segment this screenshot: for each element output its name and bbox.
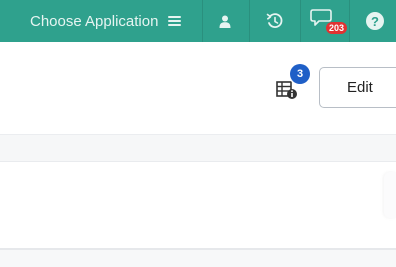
- user-button[interactable]: [204, 0, 246, 42]
- divider: [249, 0, 250, 42]
- table-header-row: [0, 135, 396, 161]
- divider: [300, 0, 301, 42]
- history-button[interactable]: [254, 0, 296, 42]
- scroll-panel-edge: [384, 172, 396, 218]
- divider: [349, 0, 350, 42]
- menu-icon: [168, 16, 182, 26]
- history-icon: [266, 13, 283, 28]
- divider: [202, 0, 203, 42]
- choose-application-label: Choose Application: [30, 12, 159, 30]
- user-icon: [219, 15, 231, 28]
- choose-application-menu[interactable]: Choose Application: [30, 0, 182, 42]
- top-bar: Choose Application 203 ?: [0, 0, 396, 42]
- table-footer-row: [0, 250, 396, 267]
- help-button[interactable]: ?: [354, 0, 396, 42]
- help-icon: ?: [366, 12, 384, 30]
- table-info-count-badge: 3: [290, 64, 310, 84]
- notification-count-badge: 203: [326, 22, 348, 34]
- edit-button[interactable]: Edit: [319, 67, 396, 108]
- table-row[interactable]: [0, 162, 396, 248]
- notifications-button[interactable]: 203: [303, 0, 348, 42]
- help-glyph: ?: [371, 13, 379, 29]
